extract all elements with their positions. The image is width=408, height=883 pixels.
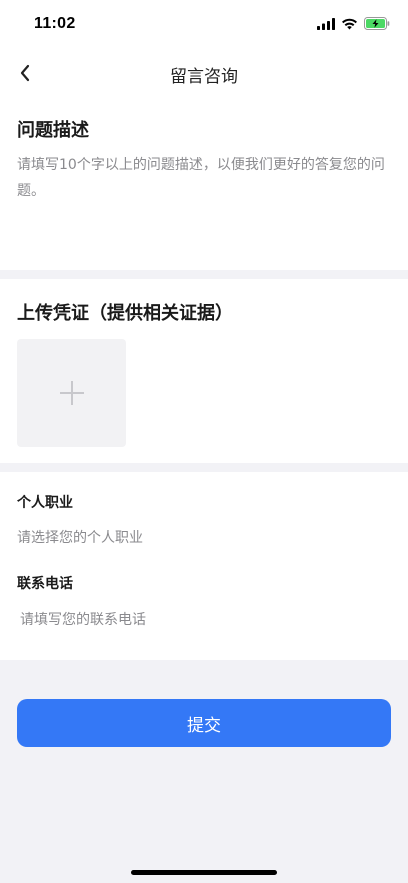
signal-icon — [317, 17, 335, 30]
contact-info-section: 个人职业 联系电话 — [0, 472, 408, 660]
home-indicator — [131, 870, 277, 875]
nav-bar: 留言咨询 — [0, 50, 408, 96]
wifi-icon — [342, 18, 357, 29]
plus-icon — [59, 381, 84, 405]
occupation-select[interactable] — [17, 526, 391, 550]
description-section: 问题描述 — [0, 96, 408, 270]
description-textarea[interactable] — [17, 152, 391, 257]
upload-section: 上传凭证（提供相关证据） — [0, 279, 408, 463]
page-title: 留言咨询 — [170, 67, 238, 87]
phone-label: 联系电话 — [17, 576, 73, 592]
submit-button[interactable]: 提交 — [17, 699, 391, 747]
upload-heading: 上传凭证（提供相关证据） — [17, 303, 233, 324]
battery-charging-icon — [364, 17, 390, 30]
occupation-label: 个人职业 — [17, 495, 73, 511]
status-icons — [317, 17, 390, 30]
phone-input[interactable] — [20, 608, 394, 632]
upload-image-button[interactable] — [17, 339, 126, 447]
status-bar: 11:02 — [0, 0, 408, 50]
description-heading: 问题描述 — [17, 120, 89, 141]
status-time: 11:02 — [34, 15, 76, 32]
